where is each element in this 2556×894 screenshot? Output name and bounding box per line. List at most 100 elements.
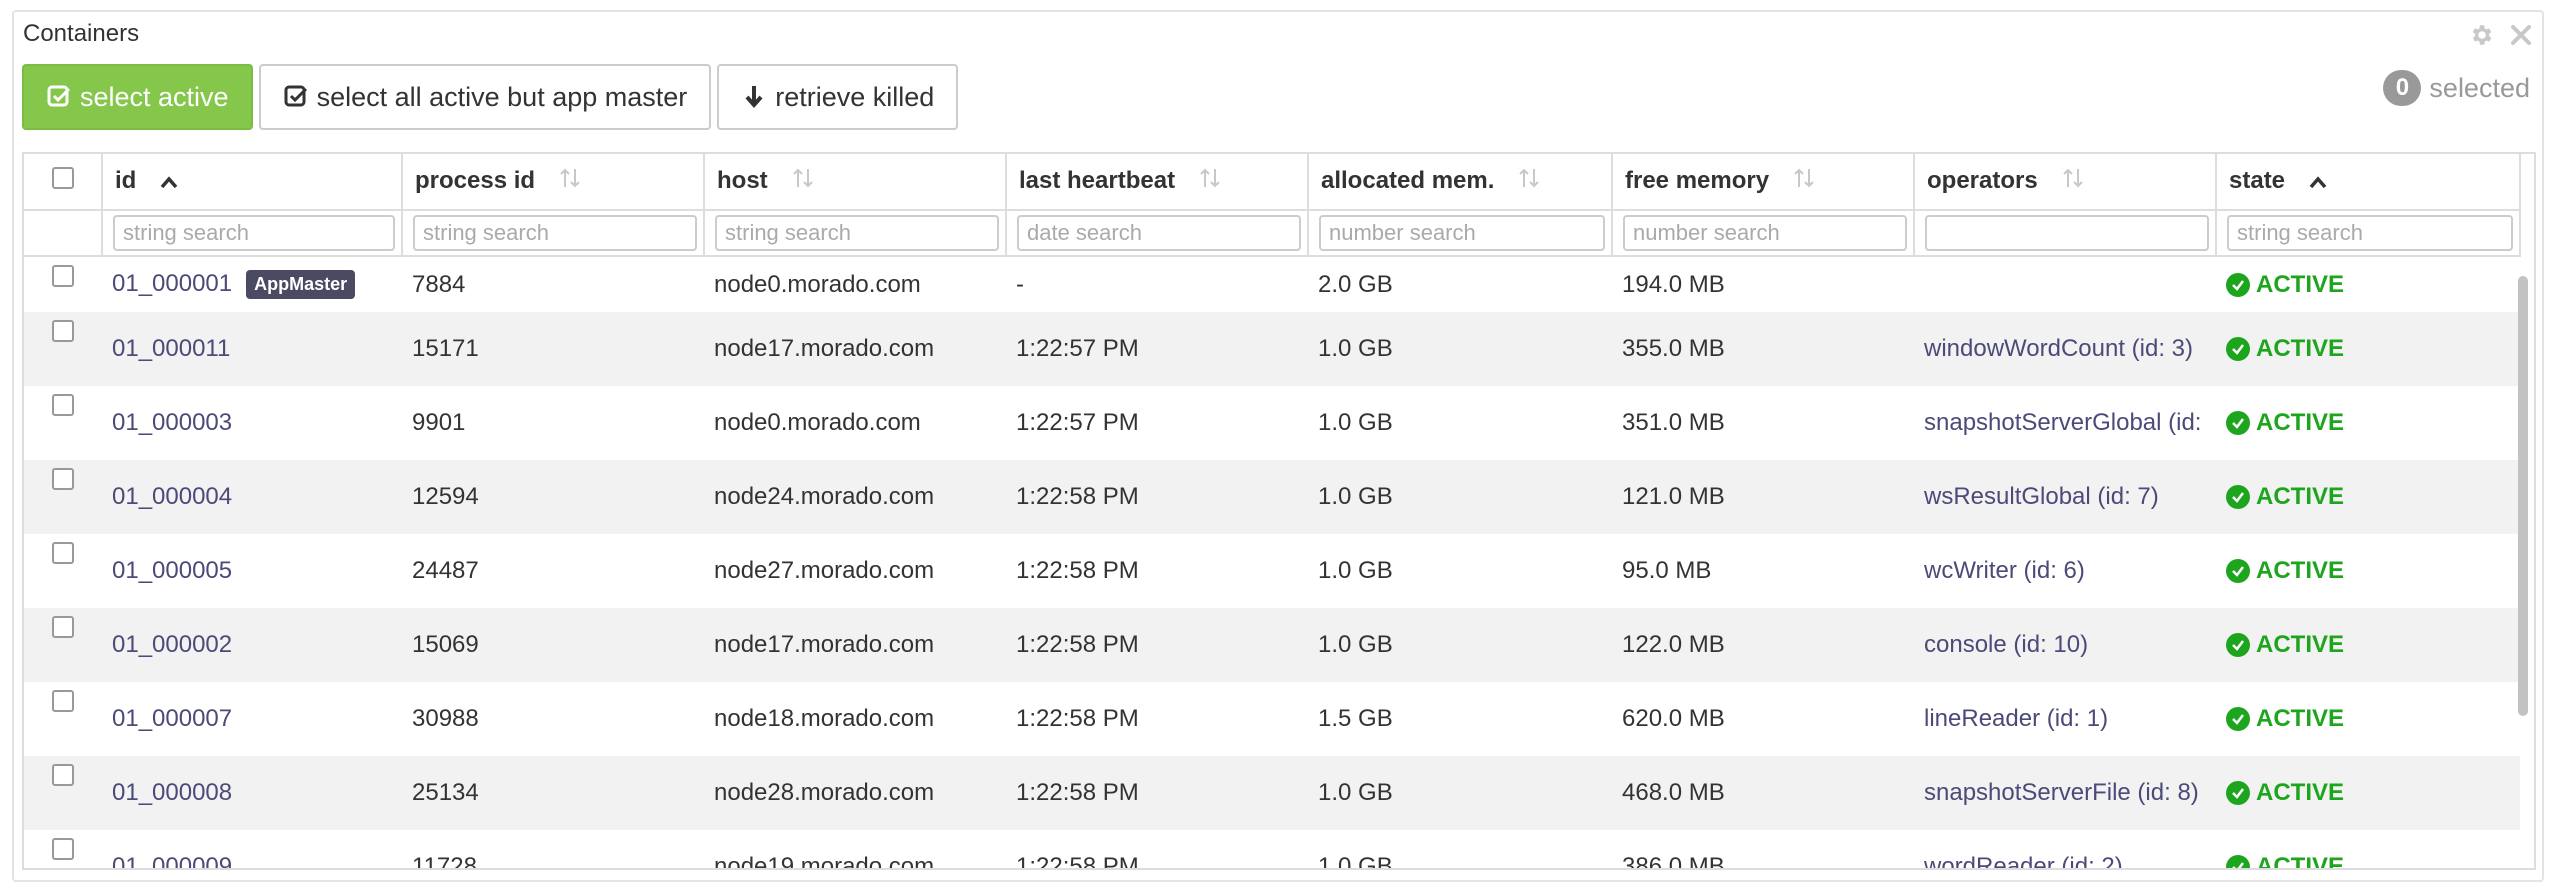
container-id-link[interactable]: 01_000004	[112, 483, 232, 510]
table-row[interactable]: 01_000002 15069 node17.morado.com 1:22:58 P…	[24, 608, 2520, 682]
close-icon[interactable]	[2506, 20, 2536, 50]
row-checkbox[interactable]	[52, 542, 74, 564]
scrollbar-thumb[interactable]	[2518, 276, 2528, 716]
allocated-mem-cell: 1.0 GB	[1308, 312, 1612, 386]
host-cell: node24.morado.com	[704, 460, 1006, 534]
select-all-checkbox[interactable]	[51, 167, 74, 189]
table-row[interactable]: 01_000003 9901 node0.morado.com 1:22:57 PM 1…	[24, 386, 2520, 460]
sort-both-icon	[2062, 167, 2084, 196]
status-badge: ACTIVE	[2226, 631, 2344, 659]
host-cell: node17.morado.com	[704, 608, 1006, 682]
allocated-mem-cell: 1.0 GB	[1308, 608, 1612, 682]
row-checkbox[interactable]	[52, 616, 74, 638]
column-header-host[interactable]: host	[704, 154, 1007, 211]
column-header-state[interactable]: state	[2216, 154, 2521, 211]
table-row[interactable]: 01_000011 15171 node17.morado.com 1:22:57 P…	[24, 312, 2520, 386]
gear-icon[interactable]	[2466, 20, 2496, 50]
check-circle-icon	[2226, 272, 2250, 297]
select-active-label: select active	[80, 81, 229, 112]
filter-input-host[interactable]	[715, 215, 999, 251]
row-checkbox[interactable]	[52, 394, 74, 416]
row-checkbox[interactable]	[52, 265, 74, 287]
host-cell: node0.morado.com	[714, 409, 921, 436]
table-row[interactable]: 01_000008 25134 node28.morado.com 1:22:58 P…	[24, 756, 2520, 830]
retrieve-killed-button[interactable]: retrieve killed	[717, 64, 959, 130]
allocated-mem-cell: 1.0 GB	[1318, 557, 1393, 584]
container-id-link[interactable]: 01_000002	[112, 631, 232, 658]
row-checkbox[interactable]	[52, 838, 74, 860]
filter-input-id[interactable]	[113, 215, 395, 251]
operators-link[interactable]: console (id: 10)	[1924, 631, 2088, 658]
header-row: id process id host last heartbeat alloca…	[24, 154, 2521, 211]
sort-both-icon	[559, 167, 581, 196]
container-id-link[interactable]: 01_000009	[112, 853, 232, 868]
filter-row	[24, 210, 2521, 257]
operators-link[interactable]: snapshotServerFile (id: 8)	[1924, 779, 2199, 806]
operators-link[interactable]: windowWordCount (id: 3)	[1924, 335, 2193, 362]
process-id-cell: 12594	[402, 460, 704, 534]
filter-input-process-id[interactable]	[413, 215, 697, 251]
sort-both-icon	[1793, 167, 1815, 196]
table-row[interactable]: 01_000009 11728 node19.morado.com 1:22:58 P…	[24, 830, 2520, 870]
operators-link[interactable]: wsResultGlobal (id: 7)	[1924, 483, 2159, 510]
filter-input-state[interactable]	[2227, 215, 2513, 251]
table-row[interactable]: 01_000001 AppMaster 7884 node0.morado.com - 2…	[24, 256, 2520, 312]
check-circle-icon	[2226, 781, 2250, 805]
allocated-mem-cell: 2.0 GB	[1318, 270, 1393, 298]
column-header-operators[interactable]: operators	[1914, 154, 2217, 211]
process-id-cell: 15069	[402, 608, 704, 682]
container-id-link[interactable]: 01_000005	[112, 557, 232, 584]
container-id-link[interactable]: 01_000007	[112, 705, 232, 732]
operators-link[interactable]: wcWriter (id: 6)	[1924, 557, 2085, 584]
filter-input-last-heartbeat[interactable]	[1017, 215, 1301, 251]
select-all-but-master-button[interactable]: select all active but app master	[258, 64, 712, 130]
check-circle-icon	[2226, 411, 2250, 435]
container-id-link[interactable]: 01_000011	[112, 335, 230, 362]
row-checkbox[interactable]	[52, 764, 74, 786]
row-checkbox[interactable]	[52, 468, 74, 490]
container-id-link[interactable]: 01_000001	[112, 270, 232, 297]
allocated-mem-cell: 1.0 GB	[1308, 756, 1612, 830]
retrieve-killed-label: retrieve killed	[775, 81, 935, 112]
operators-link[interactable]: snapshotServerGlobal (id:	[1924, 409, 2201, 436]
row-checkbox[interactable]	[52, 320, 74, 342]
column-header-free-memory[interactable]: free memory	[1612, 154, 1915, 211]
column-header-last-heartbeat[interactable]: last heartbeat	[1006, 154, 1309, 211]
free-memory-cell: 194.0 MB	[1622, 270, 1725, 298]
last-heartbeat-cell: -	[1016, 270, 1024, 298]
column-header-id[interactable]: id	[102, 154, 403, 211]
appmaster-badge: AppMaster	[246, 270, 356, 300]
containers-panel: Containers select active select all acti…	[12, 10, 2544, 882]
panel-title: Containers	[23, 20, 140, 47]
host-cell: node19.morado.com	[714, 853, 935, 870]
filter-input-free-memory[interactable]	[1623, 215, 1907, 251]
operators-link[interactable]: wordReader (id: 2)	[1924, 853, 2123, 868]
panel-controls	[2466, 20, 2536, 50]
selected-count-badge: 0	[2383, 70, 2422, 106]
container-id-link[interactable]: 01_000008	[112, 779, 232, 806]
select-active-button[interactable]: select active	[22, 64, 253, 130]
table-row[interactable]: 01_000007 30988 node18.morado.com 1:22:58 P…	[24, 682, 2520, 756]
check-circle-icon	[2226, 559, 2250, 583]
check-circle-icon	[2226, 855, 2250, 868]
row-checkbox[interactable]	[52, 690, 74, 712]
filter-input-operators[interactable]	[1925, 215, 2209, 251]
sort-asc-icon	[160, 168, 178, 196]
container-id-link[interactable]: 01_000003	[112, 409, 232, 436]
host-cell: node18.morado.com	[714, 705, 935, 732]
last-heartbeat-cell: 1:22:58 PM	[1006, 460, 1308, 534]
operators-link[interactable]: lineReader (id: 1)	[1924, 705, 2108, 732]
column-header-allocated-mem[interactable]: allocated mem.	[1308, 154, 1613, 211]
filter-input-allocated-mem[interactable]	[1319, 215, 1605, 251]
state-label: ACTIVE	[2256, 409, 2345, 436]
table-scrollbar[interactable]	[2516, 276, 2530, 866]
selection-counter: 0 selected	[2383, 70, 2530, 106]
table-row[interactable]: 01_000004 12594 node24.morado.com 1:22:58 P…	[24, 460, 2520, 534]
allocated-mem-cell: 1.5 GB	[1318, 705, 1393, 732]
table-row[interactable]: 01_000005 24487 node27.morado.com 1:22:58 P…	[24, 534, 2520, 608]
column-header-process-id[interactable]: process id	[402, 154, 705, 211]
check-square-icon	[283, 84, 309, 110]
last-heartbeat-cell: 1:22:58 PM	[1016, 853, 1139, 870]
state-label: ACTIVE	[2256, 853, 2345, 870]
last-heartbeat-cell: 1:22:57 PM	[1006, 312, 1308, 386]
